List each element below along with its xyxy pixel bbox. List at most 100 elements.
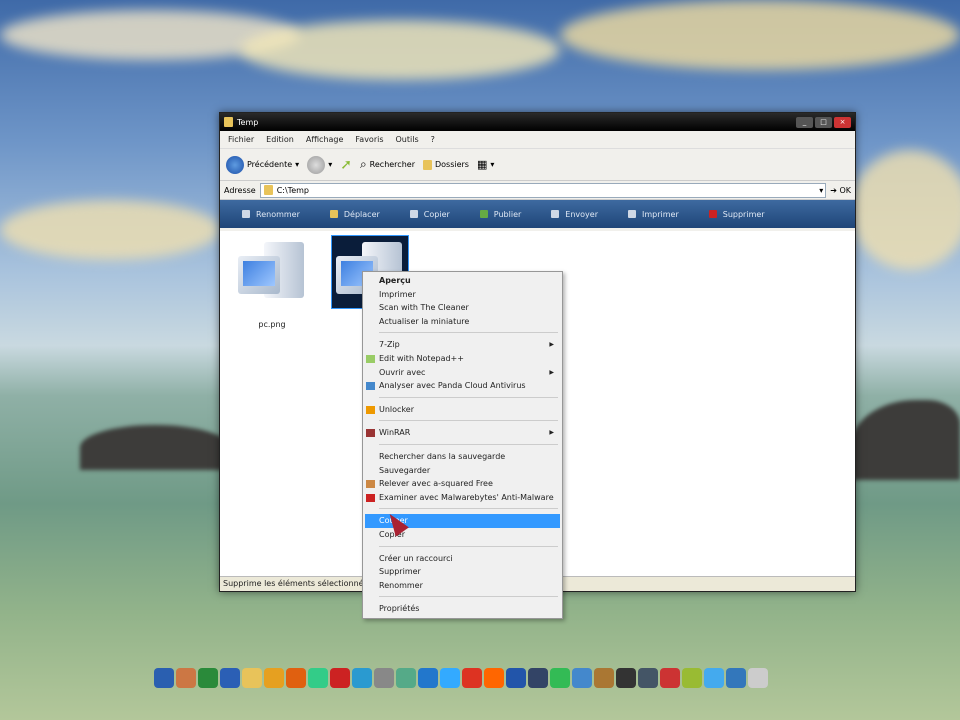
file-item[interactable]: pc.png: [232, 236, 312, 329]
task-imprimer[interactable]: Imprimer: [628, 210, 679, 219]
task-publier[interactable]: Publier: [479, 210, 521, 219]
dock-app-icon[interactable]: [660, 668, 680, 688]
menu-affichage[interactable]: Affichage: [306, 135, 344, 144]
context-menu-item[interactable]: Créer un raccourci: [365, 552, 560, 566]
context-menu-item[interactable]: Relever avec a-squared Free: [365, 477, 560, 491]
context-menu-item[interactable]: Imprimer: [365, 288, 560, 302]
dock-app-icon[interactable]: [220, 668, 240, 688]
folder-icon: [224, 117, 233, 127]
folders-button[interactable]: Dossiers: [422, 159, 469, 170]
task-supprimer[interactable]: Supprimer: [708, 210, 765, 219]
publish-icon: [479, 210, 488, 218]
task-deplacer[interactable]: Déplacer: [329, 209, 380, 219]
menu-help[interactable]: ?: [431, 135, 435, 144]
close-button[interactable]: ×: [834, 116, 851, 128]
dock-app-icon[interactable]: [352, 668, 372, 688]
dock-app-icon[interactable]: [704, 668, 724, 688]
dock-app-icon[interactable]: [198, 668, 218, 688]
context-menu-item[interactable]: WinRAR ▶: [365, 426, 560, 440]
context-menu-item[interactable]: Propriétés: [365, 602, 560, 616]
dock-app-icon[interactable]: [462, 668, 482, 688]
menu-item-label: WinRAR: [379, 428, 411, 438]
dock-app-icon[interactable]: [550, 668, 570, 688]
menu-favoris[interactable]: Favoris: [355, 135, 383, 144]
task-label: Copier: [423, 209, 450, 219]
delete-icon: [708, 210, 717, 218]
dock-app-icon[interactable]: [506, 668, 526, 688]
menu-item-label: Edit with Notepad++: [379, 353, 464, 363]
dock-app-icon[interactable]: [242, 668, 262, 688]
back-button[interactable]: Précédente ▾: [226, 155, 299, 174]
go-button[interactable]: ➔ OK: [830, 186, 851, 195]
menu-item-label: Analyser avec Panda Cloud Antivirus: [379, 381, 526, 391]
menu-item-label: Scan with The Cleaner: [379, 303, 469, 313]
menu-separator: [379, 508, 558, 510]
maximize-button[interactable]: □: [815, 116, 832, 128]
task-label: Déplacer: [343, 209, 380, 219]
context-menu-item[interactable]: 7-Zip ▶: [365, 338, 560, 352]
search-button[interactable]: ⌕ Rechercher: [360, 157, 415, 172]
menu-item-icon: [366, 354, 375, 363]
dock-app-icon[interactable]: [286, 668, 306, 688]
task-renommer[interactable]: Renommer: [242, 210, 300, 219]
dock-app-icon[interactable]: [748, 668, 768, 688]
context-menu: Aperçu Imprimer Scan with The Cleaner Actua…: [362, 271, 563, 619]
dock-app-icon[interactable]: [682, 668, 702, 688]
dock-app-icon[interactable]: [176, 668, 196, 688]
dock-app-icon[interactable]: [396, 668, 416, 688]
menu-item-label: Aperçu: [379, 276, 411, 285]
dock-app-icon[interactable]: [264, 668, 284, 688]
context-menu-item[interactable]: Actualiser la miniature: [365, 315, 560, 329]
dock-app-icon[interactable]: [528, 668, 548, 688]
dock-app-icon[interactable]: [638, 668, 658, 688]
task-copier[interactable]: Copier: [409, 209, 450, 219]
cloud: [560, 0, 960, 70]
submenu-arrow-icon: ▶: [549, 341, 554, 349]
dock-app-icon[interactable]: [572, 668, 592, 688]
dock-app-icon[interactable]: [374, 668, 394, 688]
context-menu-item[interactable]: Scan with The Cleaner: [365, 301, 560, 315]
context-menu-item[interactable]: Unlocker: [365, 403, 560, 417]
menu-item-icon: [366, 493, 375, 502]
dock-app-icon[interactable]: [484, 668, 504, 688]
back-label: Précédente: [247, 160, 293, 169]
minimize-button[interactable]: _: [796, 116, 813, 128]
up-folder-button[interactable]: ➚: [340, 157, 352, 173]
cloud: [0, 200, 220, 260]
dock-app-icon[interactable]: [308, 668, 328, 688]
dock-app-icon[interactable]: [726, 668, 746, 688]
context-menu-item[interactable]: Analyser avec Panda Cloud Antivirus: [365, 379, 560, 393]
dock-app-icon[interactable]: [330, 668, 350, 688]
context-menu-item[interactable]: Edit with Notepad++: [365, 352, 560, 366]
views-button[interactable]: ▦ ▾: [477, 158, 494, 171]
context-menu-item[interactable]: Ouvrir avec ▶: [365, 366, 560, 380]
context-menu-item[interactable]: Aperçu: [365, 274, 560, 288]
menu-item-label: Ouvrir avec: [379, 367, 426, 377]
search-icon: ⌕: [359, 157, 367, 171]
folder-icon: [422, 159, 432, 170]
dock-app-icon[interactable]: [154, 668, 174, 688]
dock-app-icon[interactable]: [440, 668, 460, 688]
dropdown-icon[interactable]: ▾: [819, 186, 825, 195]
address-input[interactable]: C:\Temp ▾: [259, 182, 827, 198]
menu-item-icon: [366, 382, 375, 391]
context-menu-item[interactable]: Rechercher dans la sauvegarde: [365, 450, 560, 464]
task-envoyer[interactable]: Envoyer: [551, 210, 598, 219]
menu-outils[interactable]: Outils: [396, 135, 419, 144]
menu-fichier[interactable]: Fichier: [228, 135, 254, 144]
context-menu-item[interactable]: Examiner avec Malwarebytes' Anti-Malware: [365, 491, 560, 505]
menu-item-label: Sauvegarder: [379, 465, 431, 475]
forward-button[interactable]: ▾: [307, 155, 332, 174]
dock-app-icon[interactable]: [418, 668, 438, 688]
folder-icon: [263, 185, 273, 195]
submenu-arrow-icon: ▶: [549, 368, 554, 376]
dock-app-icon[interactable]: [594, 668, 614, 688]
context-menu-item[interactable]: Renommer: [365, 579, 560, 593]
context-menu-item[interactable]: Supprimer: [365, 565, 560, 579]
submenu-arrow-icon: ▶: [549, 429, 554, 437]
context-menu-item[interactable]: Sauvegarder: [365, 464, 560, 478]
menu-item-label: Actualiser la miniature: [379, 316, 470, 326]
menu-edition[interactable]: Edition: [266, 135, 294, 144]
title-bar[interactable]: Temp _ □ ×: [220, 113, 855, 131]
dock-app-icon[interactable]: [616, 668, 636, 688]
